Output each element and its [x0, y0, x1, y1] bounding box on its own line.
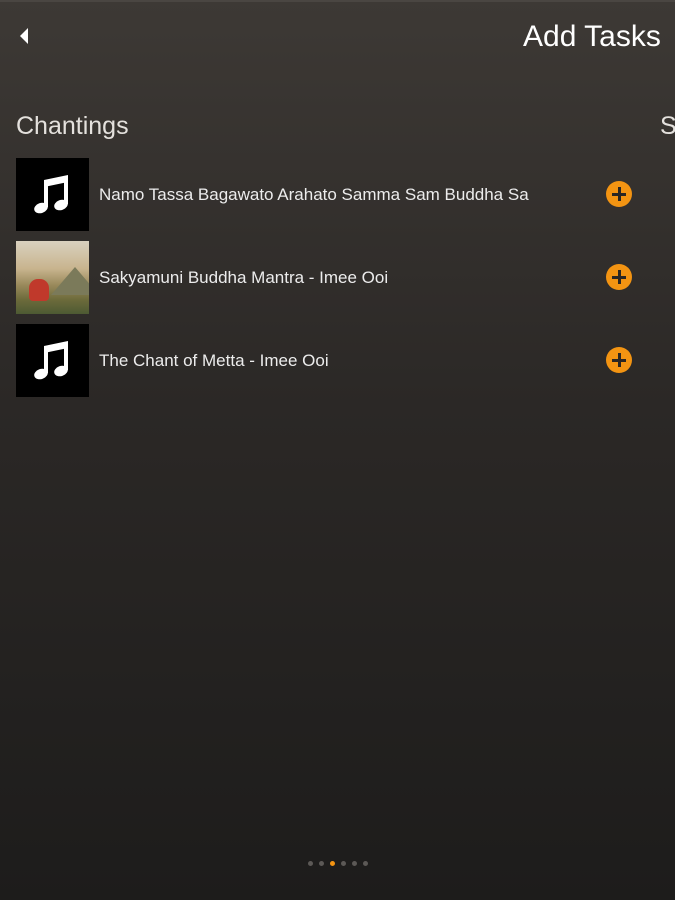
page-dot[interactable]: [340, 861, 346, 866]
page-indicator: [0, 861, 675, 866]
page-dot[interactable]: [351, 861, 357, 866]
music-note-icon: [16, 324, 89, 397]
list-item[interactable]: Namo Tassa Bagawato Arahato Samma Sam Bu…: [16, 158, 646, 231]
plus-circle-icon[interactable]: [606, 347, 632, 373]
plus-circle-icon[interactable]: [606, 181, 632, 207]
page-dot[interactable]: [318, 861, 324, 866]
section-title: Chantings: [16, 112, 129, 140]
chant-list: Namo Tassa Bagawato Arahato Samma Sam Bu…: [16, 158, 646, 407]
list-item[interactable]: The Chant of Metta - Imee Ooi: [16, 324, 646, 397]
next-section-peek[interactable]: S: [660, 112, 675, 141]
list-item-label: Namo Tassa Bagawato Arahato Samma Sam Bu…: [99, 184, 529, 204]
back-button[interactable]: [12, 22, 36, 50]
music-note-icon: [16, 158, 89, 231]
page-dot[interactable]: [362, 861, 368, 866]
page-dot-active[interactable]: [329, 861, 335, 866]
page-dot[interactable]: [307, 861, 313, 866]
list-item-label: Sakyamuni Buddha Mantra - Imee Ooi: [99, 267, 389, 287]
top-bar: Add Tasks: [0, 0, 675, 72]
plus-circle-icon[interactable]: [606, 264, 632, 290]
list-item[interactable]: Sakyamuni Buddha Mantra - Imee Ooi: [16, 241, 646, 314]
list-item-label: The Chant of Metta - Imee Ooi: [99, 350, 329, 370]
photo-thumbnail: [16, 241, 89, 314]
chevron-left-icon: [20, 28, 28, 44]
page-title: Add Tasks: [523, 20, 661, 53]
